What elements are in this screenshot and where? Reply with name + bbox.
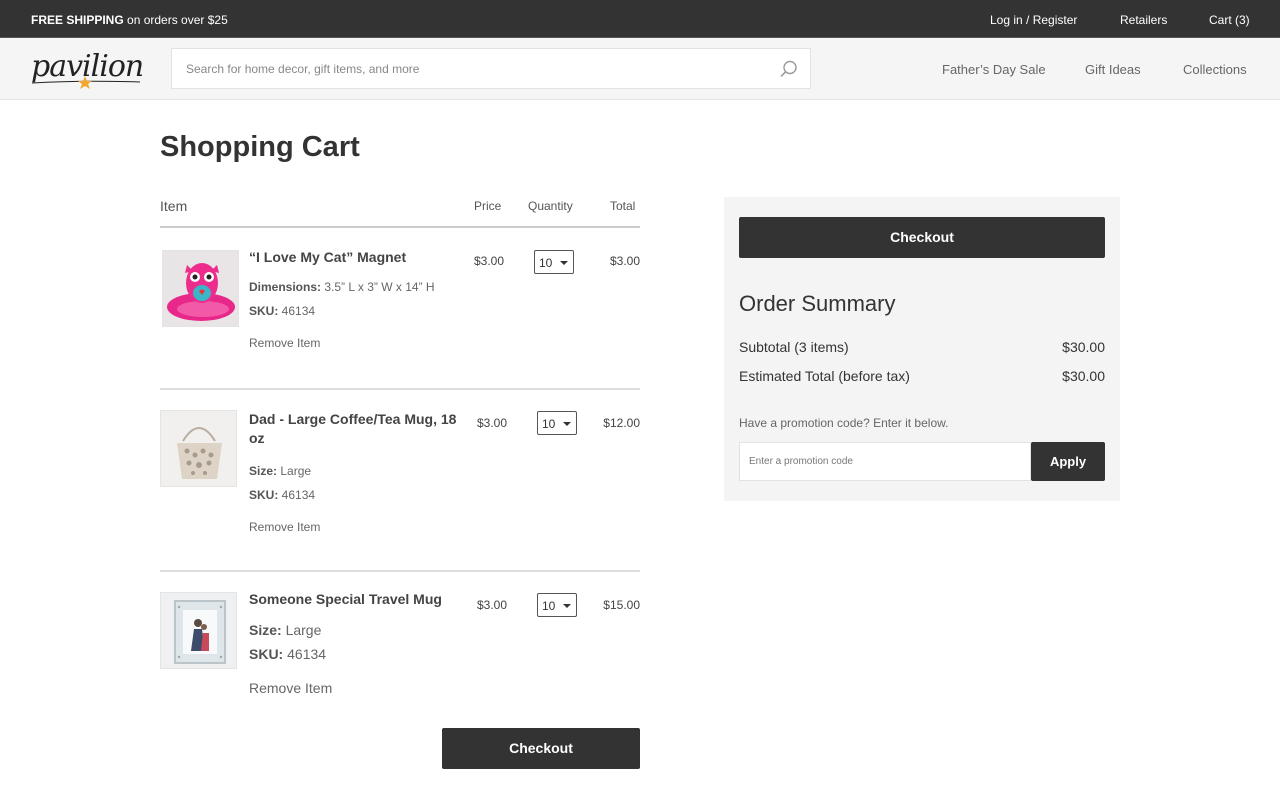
remove-item-link[interactable]: Remove Item: [249, 680, 332, 696]
attr-value: Large: [281, 622, 322, 638]
attr-label: SKU:: [249, 304, 279, 318]
order-summary-title: Order Summary: [739, 291, 896, 316]
retailers-link[interactable]: Retailers: [1120, 13, 1167, 27]
checkout-button-bottom[interactable]: Checkout: [442, 728, 640, 769]
header-price: Price: [474, 199, 502, 213]
nav-collections[interactable]: Collections: [1183, 62, 1247, 77]
attr-value: 3.5” L x 3” W x 14” H: [321, 280, 435, 294]
promo-code-label: Have a promotion code? Enter it below.: [739, 416, 949, 430]
product-name[interactable]: Dad - Large Coffee/Tea Mug, 18 oz: [249, 410, 459, 448]
item-price: $3.00: [476, 598, 507, 612]
item-price: $3.00: [476, 416, 507, 430]
estimated-total-value: $30.00: [1062, 368, 1105, 384]
search-input[interactable]: [172, 49, 772, 88]
handbag-image: [161, 411, 236, 486]
login-register-link[interactable]: Log in / Register: [990, 13, 1077, 27]
quantity-select[interactable]: 10: [537, 593, 577, 617]
cart-row: Someone Special Travel Mug Size: Large S…: [160, 572, 640, 712]
apply-promo-button[interactable]: Apply: [1031, 442, 1105, 481]
logo-mark: pavilion: [31, 49, 142, 89]
product-image[interactable]: [160, 410, 237, 487]
remove-item-link[interactable]: Remove Item: [249, 336, 320, 350]
site-header: pavilion Father’s Day Sale Gift Ideas Co…: [0, 38, 1280, 100]
product-name[interactable]: “I Love My Cat” Magnet: [249, 248, 454, 267]
chevron-down-icon: [563, 604, 571, 608]
attr-value: 46134: [278, 304, 316, 318]
quantity-value: 10: [539, 256, 553, 270]
order-summary-panel: Checkout Order Summary Subtotal (3 items…: [724, 197, 1120, 501]
search-bar: [171, 48, 811, 89]
owl-pillow-image: [163, 251, 238, 326]
product-sku: SKU: 46134: [249, 304, 315, 318]
item-price: $3.00: [473, 254, 504, 268]
quantity-select[interactable]: 10: [537, 411, 577, 435]
page-title: Shopping Cart: [160, 131, 360, 163]
free-shipping-bold: FREE SHIPPING: [31, 13, 124, 27]
free-shipping-text: on orders over $25: [123, 13, 228, 27]
product-image[interactable]: [162, 250, 239, 327]
nav-fathers-day-sale[interactable]: Father’s Day Sale: [942, 62, 1046, 77]
top-bar: FREE SHIPPING on orders over $25 Log in …: [0, 0, 1280, 38]
attr-label: Size:: [249, 622, 282, 638]
header-quantity: Quantity: [528, 199, 573, 213]
promo-code-input[interactable]: [739, 442, 1031, 481]
cart-row: “I Love My Cat” Magnet Dimensions: 3.5” …: [160, 228, 640, 390]
product-dimensions: Dimensions: 3.5” L x 3” W x 14” H: [249, 280, 435, 294]
attr-value: 46134: [283, 646, 327, 662]
item-total: $3.00: [609, 254, 640, 268]
cart-link[interactable]: Cart (3): [1209, 13, 1250, 27]
product-size: Size: Large: [249, 464, 311, 478]
quantity-select[interactable]: 10: [534, 250, 574, 274]
chevron-down-icon: [560, 261, 568, 265]
product-name[interactable]: Someone Special Travel Mug: [249, 590, 469, 609]
attr-value: 46134: [278, 488, 316, 502]
product-sku: SKU: 46134: [249, 488, 315, 502]
attr-label: Size:: [249, 464, 278, 478]
subtotal-value: $30.00: [1062, 339, 1105, 355]
attr-value: Large: [277, 464, 312, 478]
item-total: $12.00: [603, 416, 640, 430]
header-total: Total: [610, 199, 636, 213]
header-item: Item: [160, 198, 188, 214]
checkout-button-summary[interactable]: Checkout: [739, 217, 1105, 258]
product-image[interactable]: [160, 592, 237, 669]
quantity-value: 10: [542, 417, 556, 431]
attr-label: SKU:: [249, 488, 279, 502]
search-icon[interactable]: [780, 60, 798, 78]
photo-frame-image: [161, 593, 236, 668]
estimated-total-label: Estimated Total (before tax): [739, 368, 910, 384]
attr-label: SKU:: [249, 646, 284, 662]
pavilion-logo[interactable]: pavilion: [30, 46, 142, 92]
attr-label: Dimensions:: [249, 280, 322, 294]
remove-item-link[interactable]: Remove Item: [249, 520, 320, 534]
nav-gift-ideas[interactable]: Gift Ideas: [1085, 62, 1141, 77]
chevron-down-icon: [563, 422, 571, 426]
product-sku: SKU: 46134: [249, 646, 326, 662]
quantity-value: 10: [542, 599, 556, 613]
logo-wordmark: pavilion: [31, 49, 142, 84]
cart-row: Dad - Large Coffee/Tea Mug, 18 oz Size: …: [160, 390, 640, 572]
free-shipping-banner: FREE SHIPPING on orders over $25: [31, 13, 228, 27]
cart-table-header: Item Price Quantity Total: [160, 198, 640, 228]
product-size: Size: Large: [249, 622, 321, 638]
item-total: $15.00: [603, 598, 640, 612]
subtotal-label: Subtotal (3 items): [739, 339, 849, 355]
